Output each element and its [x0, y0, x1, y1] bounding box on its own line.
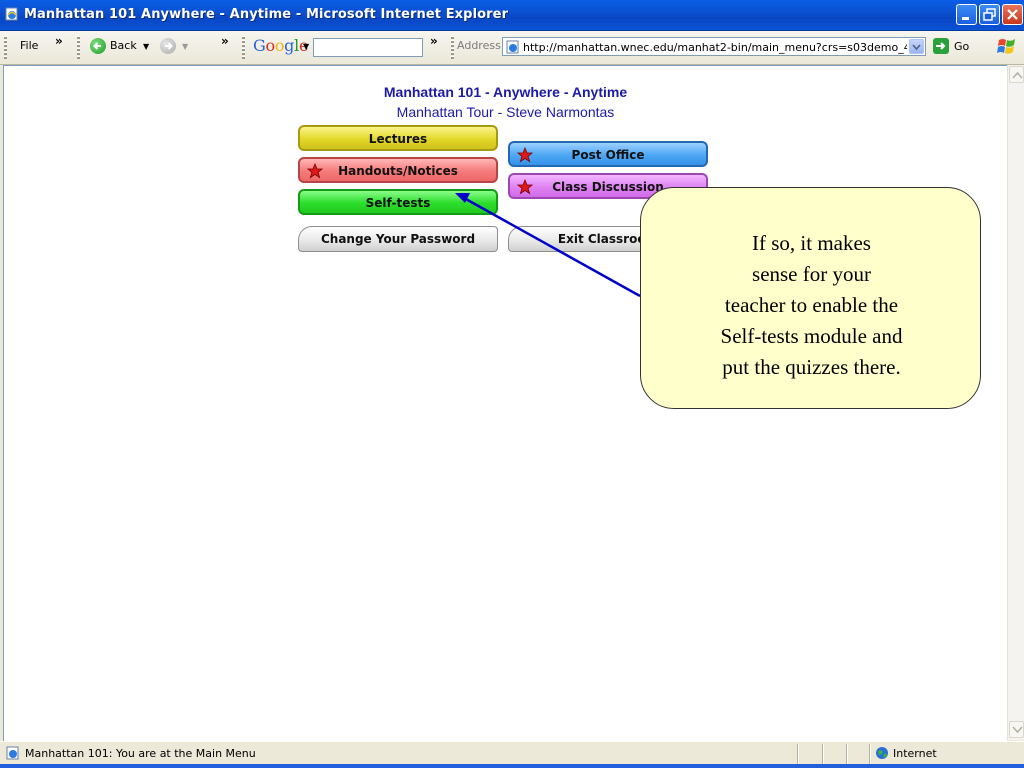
address-bar[interactable]: http://manhattan.wnec.edu/manhat2-bin/ma… [502, 37, 926, 56]
new-item-star-icon [517, 179, 533, 195]
toolbar: File » Back ▼ ▼ » Google ▼ » Address htt… [0, 31, 1024, 65]
class-discussion-label: Class Discussion [552, 180, 664, 194]
callout-line: teacher to enable the [724, 293, 899, 317]
post-office-button[interactable]: Post Office [508, 141, 708, 167]
minimize-button[interactable] [956, 4, 977, 25]
file-menu[interactable]: File [20, 39, 38, 52]
callout-line: put the quizzes there. [722, 355, 901, 379]
change-password-label: Change Your Password [320, 232, 476, 246]
callout-line: Self-tests module and [720, 324, 903, 348]
new-item-star-icon [307, 163, 323, 179]
minimize-icon [962, 17, 969, 20]
ie-page-icon [5, 7, 18, 21]
restore-button[interactable] [979, 4, 1000, 25]
forward-dropdown-icon[interactable]: ▼ [182, 42, 188, 51]
lectures-button[interactable]: Lectures [298, 125, 498, 151]
post-office-label: Post Office [571, 148, 645, 162]
address-label: Address [457, 39, 501, 52]
menu-overflow-chevron[interactable]: » [55, 34, 63, 48]
google-logo[interactable]: Google [253, 36, 308, 55]
google-dropdown-icon[interactable]: ▼ [303, 42, 309, 51]
address-dropdown-icon[interactable] [909, 39, 924, 54]
toolbar-grip[interactable] [242, 36, 245, 59]
page-icon [506, 40, 519, 54]
window-title: Manhattan 101 Anywhere - Anytime - Micro… [24, 7, 509, 22]
go-arrow-icon[interactable] [933, 38, 949, 54]
title-bar[interactable]: Manhattan 101 Anywhere - Anytime - Micro… [0, 0, 1024, 31]
callout-line: sense for your [752, 262, 871, 286]
internet-globe-icon [876, 747, 888, 759]
page-subtitle: Manhattan Tour - Steve Narmontas [396, 104, 615, 120]
status-message: Manhattan 101: You are at the Main Menu [25, 747, 256, 760]
handouts-notices-label: Handouts/Notices [338, 164, 458, 178]
new-item-star-icon [517, 147, 533, 163]
windows-logo-icon [997, 39, 1015, 54]
go-button[interactable]: Go [954, 40, 969, 53]
browser-window: Manhattan 101 Anywhere - Anytime - Micro… [0, 0, 1024, 768]
toolbar-grip[interactable] [451, 36, 454, 59]
status-divider [797, 744, 798, 764]
scroll-up-icon [1012, 71, 1023, 79]
self-tests-label: Self-tests [365, 196, 431, 210]
taskbar-edge [0, 764, 1024, 768]
address-url[interactable]: http://manhattan.wnec.edu/manhat2-bin/ma… [523, 41, 907, 54]
forward-arrow-icon[interactable] [160, 38, 176, 54]
change-password-button[interactable]: Change Your Password [298, 226, 498, 252]
google-overflow-chevron[interactable]: » [430, 34, 438, 48]
close-icon [1007, 9, 1018, 20]
security-zone: Internet [893, 747, 937, 760]
google-search-input[interactable] [313, 38, 423, 57]
page-title: Manhattan 101 - Anywhere - Anytime [383, 84, 628, 100]
lectures-label: Lectures [368, 132, 428, 146]
callout-line: If so, it makes [752, 231, 871, 255]
page-icon [6, 746, 19, 760]
status-divider [822, 744, 823, 764]
status-divider [846, 744, 847, 764]
close-button[interactable] [1002, 4, 1023, 25]
handouts-notices-button[interactable]: Handouts/Notices [298, 157, 498, 183]
toolbar-grip[interactable] [77, 36, 80, 59]
self-tests-button[interactable]: Self-tests [298, 189, 498, 215]
toolbar-grip[interactable] [4, 36, 7, 59]
back-dropdown-icon[interactable]: ▼ [143, 42, 149, 51]
scroll-down-icon [1012, 726, 1023, 734]
callout-box: If so, it makes sense for your teacher t… [640, 187, 981, 409]
toolbar-overflow-chevron[interactable]: » [221, 34, 229, 48]
restore-icon [983, 8, 996, 21]
callout-text: If so, it makes sense for your teacher t… [661, 228, 962, 383]
back-arrow-icon[interactable] [90, 38, 106, 54]
status-divider [869, 744, 870, 764]
scroll-down-button[interactable] [1009, 721, 1024, 738]
scroll-up-button[interactable] [1009, 66, 1024, 83]
back-button[interactable]: Back [110, 39, 137, 52]
vertical-scrollbar[interactable] [1007, 65, 1024, 740]
